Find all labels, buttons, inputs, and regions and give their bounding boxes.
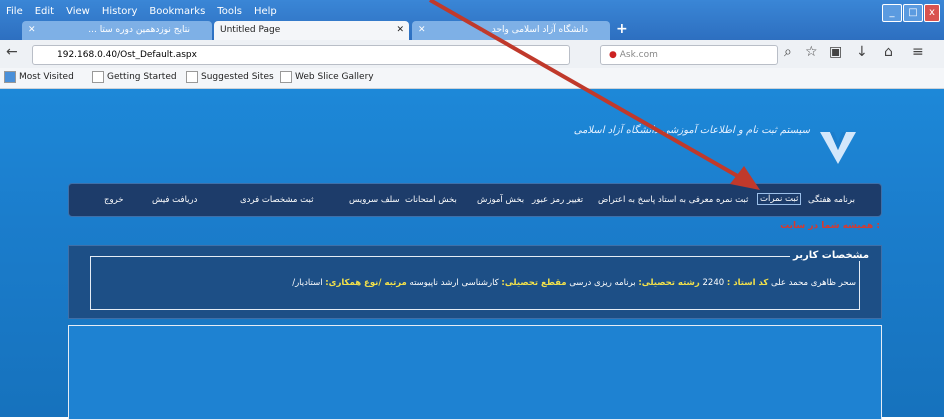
back-icon[interactable]: ← [6,44,18,60]
menu-cafeteria[interactable]: سلف سرویس [349,195,400,205]
user-field: برنامه ریزی درسی [569,278,636,288]
close-tab-icon[interactable]: ✕ [396,21,404,40]
menu-edit[interactable]: Edit [35,6,54,17]
bookmark-web-slice-gallery[interactable]: Web Slice Gallery [280,71,374,83]
menu-file[interactable]: File [6,6,23,17]
rank-label: مرتبه /نوع همکاری: [325,278,407,288]
menu-record-grades[interactable]: ثبت نمرات [757,193,802,205]
tab-label: دانشگاه آزاد اسلامی واحد ... [480,25,588,35]
bookmark-most-visited[interactable]: Most Visited [4,71,74,83]
menu-icon[interactable]: ≡ [912,44,924,60]
university-logo [820,132,856,164]
bookmark-getting-started[interactable]: Getting Started [92,71,177,83]
maximize-button[interactable]: □ [903,4,923,22]
download-icon[interactable]: ↓ [856,44,868,60]
degree-label: مقطع تحصیلی: [501,278,567,288]
field-label: رشته تحصیلی: [638,278,700,288]
page-icon [280,71,292,83]
search-placeholder: Ask.com [619,50,658,60]
minimize-button[interactable]: _ [882,4,902,22]
menu-history[interactable]: History [102,6,138,17]
bookmark-star-icon[interactable]: ☆ [805,44,818,60]
close-tab-icon[interactable]: ✕ [28,21,36,40]
folder-icon [4,71,16,83]
system-title: سیستم ثبت نام و اطلاعات آموزشی دانشگاه آ… [573,125,810,136]
search-icon[interactable]: ⌕ [784,44,792,60]
user-details: سحر ظاهری محمد علی کد استاد : 2240 رشته … [96,278,856,288]
menu-objection-reply[interactable]: پاسخ به اعتراض [598,195,655,205]
search-input[interactable]: ● Ask.com [600,45,778,65]
user-code: 2240 [702,278,725,288]
menu-exams[interactable]: بخش امتحانات [405,195,457,205]
close-tab-icon[interactable]: ✕ [418,21,426,40]
bookmark-label: Getting Started [107,72,177,82]
menu-help[interactable]: Help [254,6,277,17]
menu-change-password[interactable]: تغییر رمز عبور [532,195,583,205]
close-window-button[interactable]: x [924,4,940,22]
menu-bookmarks[interactable]: Bookmarks [149,6,205,17]
bookmark-label: Suggested Sites [201,72,274,82]
code-label: کد استاد : [726,278,769,288]
menu-exit[interactable]: خروج [104,195,124,205]
menu-weekly-schedule[interactable]: برنامه هفتگی [808,195,855,205]
search-engine-icon: ● [609,50,617,60]
menu-receive-slip[interactable]: دریافت فیش [152,195,197,205]
menu-tools[interactable]: Tools [217,6,242,17]
user-degree: کارشناسی ارشد ناپیوسته [409,278,499,288]
page-icon [186,71,198,83]
new-tab-icon[interactable]: + [616,21,628,37]
menu-grade-intro[interactable]: ثبت نمره معرفی به استاد [658,195,748,205]
user-rank: استادیار/ [292,278,323,288]
tab-label: Untitled Page [220,25,281,35]
browser-menu-bar: File Edit View History Bookmarks Tools H… [6,6,277,17]
user-info-legend: مشخصات کاربر [790,250,873,261]
menu-education[interactable]: بخش آموزش [477,195,524,205]
content-area [68,325,882,420]
bookmark-suggested-sites[interactable]: Suggested Sites [186,71,274,83]
menu-personal-info[interactable]: ثبت مشخصات فردی [240,195,313,205]
menu-view[interactable]: View [66,6,90,17]
page-icon [92,71,104,83]
tab-3[interactable]: دانشگاه آزاد اسلامی واحد ... ✕ [412,21,610,40]
home-icon[interactable]: ⌂ [884,44,893,60]
welcome-text: همیشه شما در سایت : [780,221,880,231]
bookmark-label: Web Slice Gallery [295,72,374,82]
tab-1[interactable]: نتایج نوزدهمین دوره ستا ... ✕ [22,21,212,40]
user-name: سحر ظاهری محمد علی [771,278,856,288]
library-icon[interactable]: ▣ [829,44,842,60]
bookmark-label: Most Visited [19,72,74,82]
address-bar[interactable]: 192.168.0.40/Ost_Default.aspx [32,45,570,65]
tab-label: نتایج نوزدهمین دوره ستا ... [88,25,190,35]
url-text: 192.168.0.40/Ost_Default.aspx [57,50,197,60]
tab-2[interactable]: Untitled Page ✕ [214,21,409,40]
